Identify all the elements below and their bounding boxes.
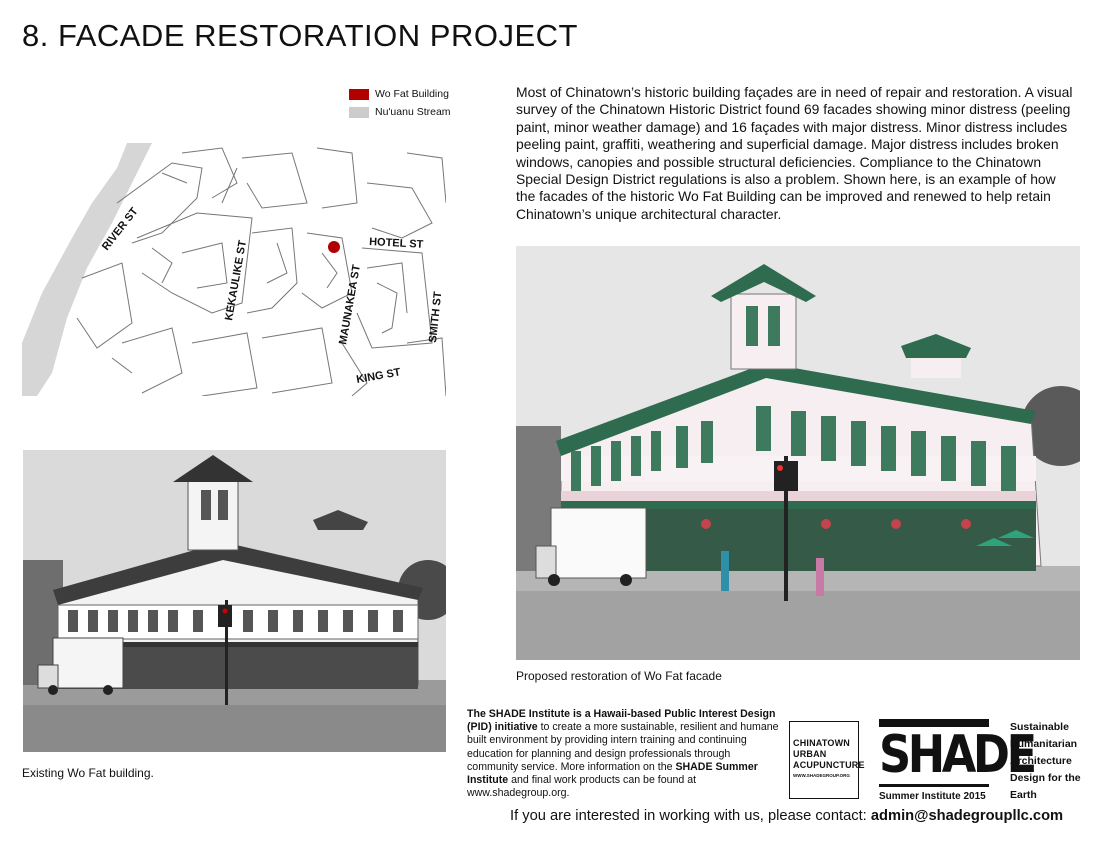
legend-swatch-gray — [349, 106, 369, 118]
map-legend: Wo Fat Building Nu'uanu Stream — [349, 88, 451, 124]
page-title: 8. FACADE RESTORATION PROJECT — [22, 18, 578, 53]
street-label-smith: SMITH ST — [427, 291, 444, 344]
contact-line: If you are interested in working with us… — [510, 808, 1063, 824]
shade-logo: SHADE Summer Institute 2015 — [879, 719, 1037, 802]
project-description: Most of Chinatown’s historic building fa… — [516, 84, 1073, 222]
shade-tagline: Sustainable Humanitarian Architecture De… — [1010, 719, 1090, 804]
contact-email-link[interactable]: admin@shadegroupllc.com — [871, 808, 1063, 824]
chinatown-map: RIVER ST KEKAULIKE ST HOTEL ST MAUNAKEA … — [22, 143, 446, 396]
caption-existing: Existing Wo Fat building. — [22, 766, 154, 780]
tagline-line: Design for the — [1010, 772, 1081, 784]
tagline-line: Architecture — [1010, 755, 1072, 767]
chinatown-urban-acupuncture-logo: CHINATOWN URBAN ACUPUNCTURE WWW.SHADEGRO… — [789, 721, 865, 799]
wo-fat-marker — [328, 241, 340, 253]
existing-building-photo — [23, 450, 446, 752]
street-label-hotel: HOTEL ST — [369, 236, 424, 251]
street-label-king: KING ST — [355, 366, 401, 386]
shade-institute-info: The SHADE Institute is a Hawaii-based Pu… — [467, 708, 779, 800]
proposed-building-photo — [516, 246, 1080, 660]
logo-url: WWW.SHADEGROUP.ORG — [793, 773, 850, 778]
shade-logo-subtitle: Summer Institute 2015 — [879, 791, 986, 802]
contact-prompt: If you are interested in working with us… — [510, 808, 867, 824]
tagline-line: Sustainable — [1010, 721, 1069, 733]
legend-label: Nu'uanu Stream — [375, 106, 451, 118]
legend-swatch-red — [349, 88, 369, 100]
nuuanu-stream — [22, 143, 152, 396]
legend-item-wo-fat: Wo Fat Building — [349, 88, 451, 100]
tagline-line: Humanitarian — [1010, 738, 1078, 750]
shade-logo-word: SHADE — [879, 725, 1037, 785]
logo-line: CHINATOWN — [793, 738, 850, 748]
street-label-maunakea: MAUNAKEA ST — [337, 264, 363, 346]
logo-line: URBAN — [793, 749, 827, 759]
legend-label: Wo Fat Building — [375, 88, 449, 100]
tagline-line: Earth — [1010, 789, 1037, 801]
legend-item-stream: Nu'uanu Stream — [349, 106, 451, 118]
logo-line: ACUPUNCTURE — [793, 760, 865, 770]
caption-proposed: Proposed restoration of Wo Fat facade — [516, 669, 722, 683]
